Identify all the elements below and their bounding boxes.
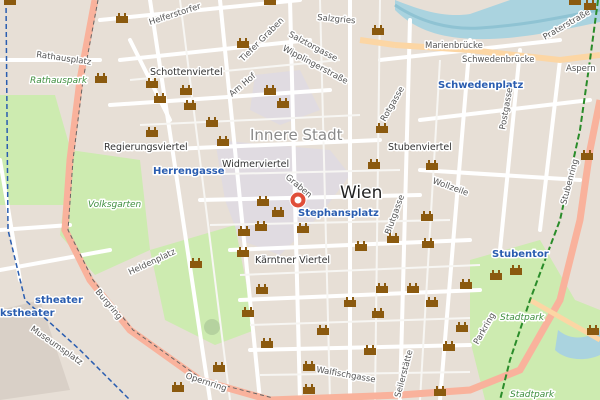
city-label: Wien xyxy=(340,183,382,203)
street-schwedenbruecke: Schwedenbrücke xyxy=(462,55,534,65)
district-label: Innere Stadt xyxy=(250,126,343,144)
district-regierungsviertel: Regierungsviertel xyxy=(104,142,188,153)
map-svg[interactable]: Wien Innere Stadt Schottenviertel Regier… xyxy=(0,0,600,400)
map-canvas[interactable]: Wien Innere Stadt Schottenviertel Regier… xyxy=(0,0,600,400)
district-kaerntner-viertel: Kärntner Viertel xyxy=(255,255,330,266)
park-rathauspark: Rathauspark xyxy=(30,76,88,86)
street-aspern: Aspern xyxy=(566,64,596,74)
district-widmerviertel: Widmerviertel xyxy=(222,159,289,170)
castle-icon[interactable] xyxy=(4,0,16,5)
park-stadtpark: Stadtpark xyxy=(500,313,545,323)
park-volksgarten: Volksgarten xyxy=(88,200,142,210)
district-stubenviertel: Stubenviertel xyxy=(388,142,452,153)
pond xyxy=(204,319,220,335)
station-volkstheater: kstheater xyxy=(0,308,55,319)
station-herrengasse: Herrengasse xyxy=(153,166,225,177)
station-burgtheater: stheater xyxy=(35,295,83,306)
street-marienbruecke: Marienbrücke xyxy=(425,41,483,51)
station-stephansplatz: Stephansplatz xyxy=(298,208,379,219)
castle-icon[interactable] xyxy=(264,0,276,5)
location-pin-icon[interactable] xyxy=(289,191,307,209)
park-stadtpark-south: Stadtpark xyxy=(510,390,555,400)
castle-icon[interactable] xyxy=(569,0,581,5)
station-stubentor: Stubentor xyxy=(492,249,549,260)
district-schottenviertel: Schottenviertel xyxy=(150,67,223,78)
